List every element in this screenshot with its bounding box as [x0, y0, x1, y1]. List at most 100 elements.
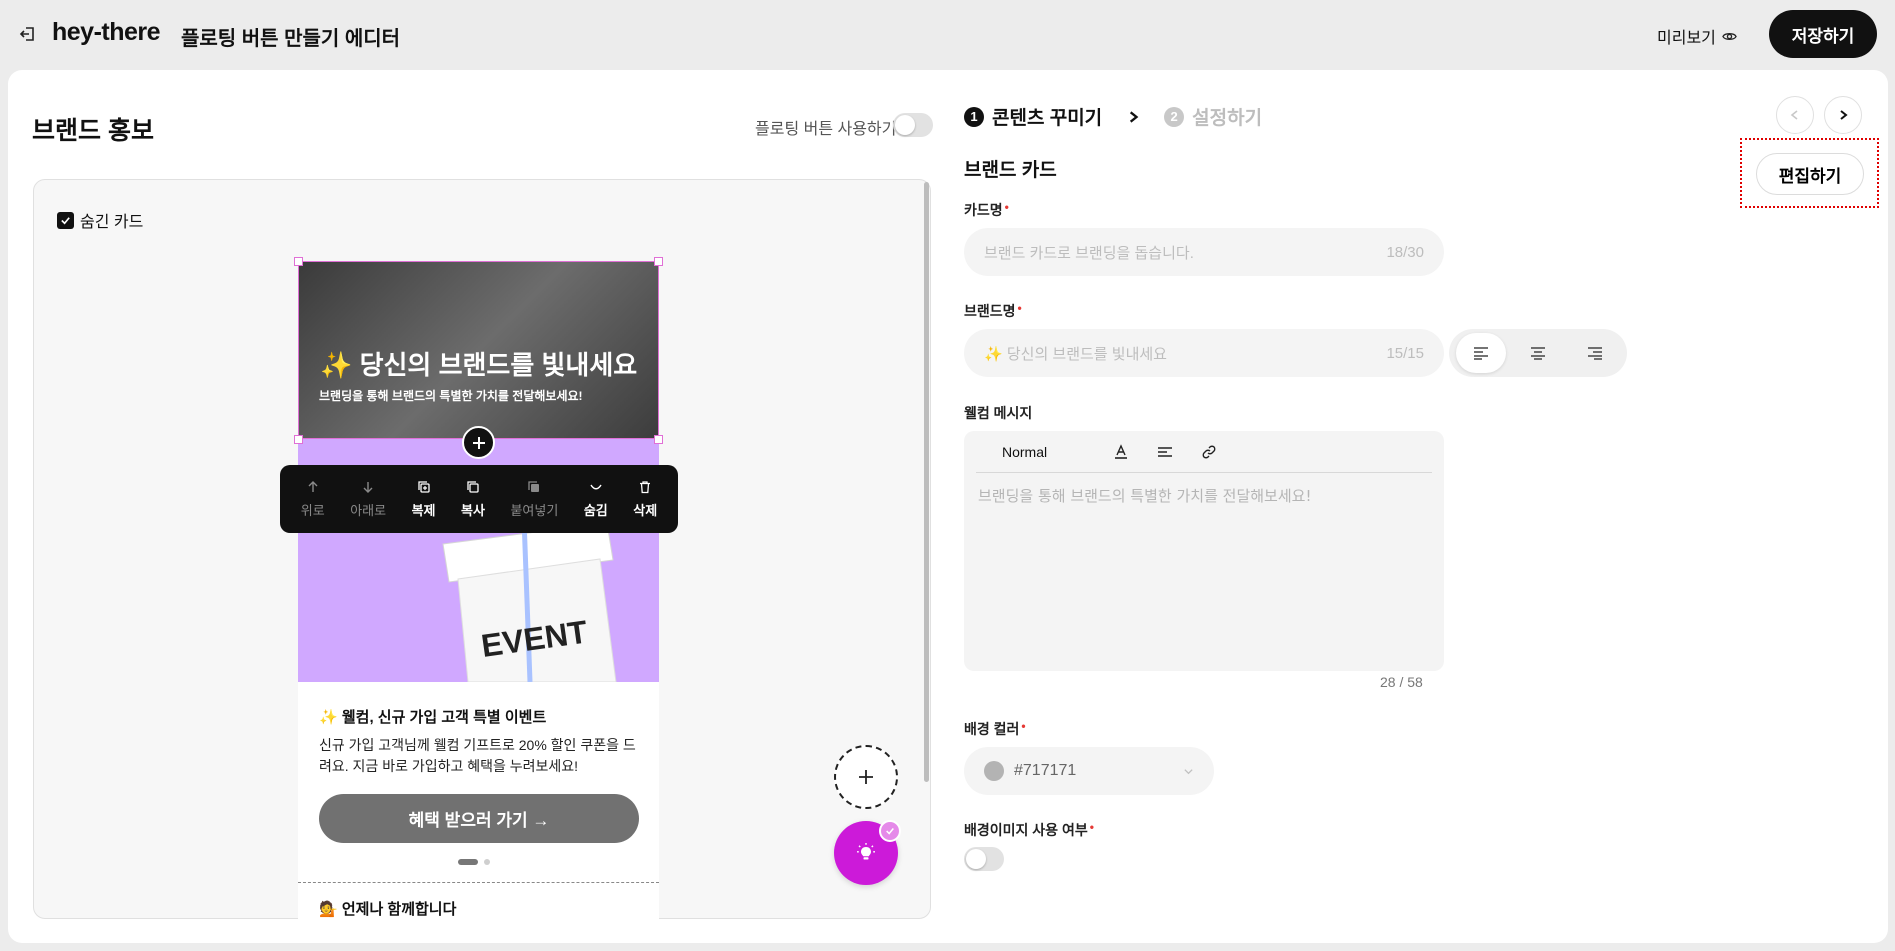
carousel-dot-active[interactable]: [458, 859, 478, 865]
welcome-placeholder: 브랜딩을 통해 브랜드의 특별한 가치를 전달해보세요!: [978, 487, 1312, 505]
trash-icon: [640, 480, 651, 493]
card-name-placeholder: 브랜드 카드로 브랜딩을 돕습니다.: [984, 244, 1194, 262]
welcome-counter: 28 / 58: [1380, 674, 1423, 690]
align-left-button[interactable]: [1456, 333, 1507, 373]
phone-preview: ✨ 당신의 브랜드를 빛내세요 브랜딩을 통해 브랜드의 특별한 가치를 전달해…: [298, 261, 659, 919]
arrow-up-icon: [308, 480, 318, 492]
preview-link[interactable]: 미리보기: [1657, 24, 1737, 48]
tool-label: 아래로: [350, 502, 387, 518]
resize-handle-top-right[interactable]: [654, 257, 663, 266]
align-left-icon: [1474, 347, 1489, 360]
card-name-input[interactable]: 브랜드 카드로 브랜딩을 돕습니다. 18/30: [964, 228, 1444, 276]
add-block-button[interactable]: [462, 426, 495, 459]
benefit-button[interactable]: 혜택 받으러 가기 →: [319, 794, 639, 843]
text-align-group: [1449, 329, 1627, 377]
tool-label: 숨김: [583, 502, 608, 518]
carousel-dots: [458, 859, 490, 865]
block-toolbar: 위로 아래로 복제 복사 붙여넣기 숨김 삭제: [280, 465, 678, 533]
next-card-button[interactable]: [1824, 96, 1862, 134]
chevron-left-icon: [1790, 110, 1798, 120]
bg-image-label: 배경이미지 사용 여부 •: [964, 820, 1094, 838]
canvas-scrollbar[interactable]: [924, 182, 929, 782]
carousel-dot[interactable]: [484, 859, 490, 865]
product-title: ✨ 웰컴, 신규 가입 고객 특별 이벤트: [319, 709, 547, 726]
prev-card-button[interactable]: [1776, 96, 1814, 134]
label-text: 배경 컬러: [964, 721, 1020, 737]
card-name-counter: 18/30: [1386, 243, 1424, 261]
link-icon[interactable]: [1201, 444, 1217, 460]
welcome-editor[interactable]: Normal 브랜딩을 통해 브랜드의 특별한 가치를 전달해보세요!: [964, 431, 1444, 671]
preview-label: 미리보기: [1657, 30, 1716, 47]
hidden-card-checkbox[interactable]: 숨긴 카드: [57, 208, 143, 232]
tool-label: 복제: [411, 502, 436, 518]
brand-name-input[interactable]: ✨ 당신의 브랜드를 빛내세요 15/15: [964, 329, 1444, 377]
section-title: 브랜드 홍보: [32, 117, 154, 145]
resize-handle-bottom-left[interactable]: [294, 435, 303, 444]
label-text: 배경이미지 사용 여부: [964, 822, 1088, 838]
bg-image-toggle[interactable]: [964, 847, 1004, 871]
block-divider: [298, 882, 659, 883]
step-indicator: 1 콘텐츠 꾸미기 2 설정하기: [964, 103, 1262, 130]
resize-handle-top-left[interactable]: [294, 257, 303, 266]
eye-icon: [1722, 32, 1737, 40]
move-up-button[interactable]: 위로: [301, 480, 325, 519]
welcome-label: 웰컴 메시지: [964, 405, 1033, 421]
chevron-down-icon: [1184, 768, 1193, 774]
move-down-button[interactable]: 아래로: [350, 480, 386, 519]
step-number: 2: [1164, 106, 1185, 127]
editor-divider: [976, 472, 1432, 473]
hide-button[interactable]: 숨김: [584, 480, 608, 519]
tool-label: 복사: [461, 502, 485, 518]
align-center-button[interactable]: [1513, 333, 1563, 373]
duplicate-button[interactable]: 복제: [412, 480, 436, 519]
edit-button[interactable]: 편집하기: [1756, 153, 1864, 195]
step-settings[interactable]: 2 설정하기: [1164, 103, 1262, 130]
plus-icon: [859, 770, 873, 784]
paste-button[interactable]: 붙여넣기: [510, 480, 558, 519]
hidden-card-label: 숨긴 카드: [80, 214, 144, 231]
top-bar: hey-there 플로팅 버튼 만들기 에디터 미리보기 저장하기: [0, 0, 1895, 68]
paste-icon: [528, 480, 540, 492]
logo: hey-there: [52, 18, 161, 46]
format-select[interactable]: Normal: [1002, 444, 1047, 460]
page-title: 플로팅 버튼 만들기 에디터: [181, 28, 401, 50]
product-description: 신규 가입 고객님께 웰컴 기프트로 20% 할인 쿠폰을 드려요. 지금 바로…: [319, 737, 636, 774]
floating-toggle-label: 플로팅 버튼 사용하기: [755, 121, 897, 138]
selected-badge: [879, 820, 901, 842]
banner-subtitle: 브랜딩을 통해 브랜드의 특별한 가치를 전달해보세요!: [319, 389, 583, 403]
align-right-button[interactable]: [1570, 333, 1620, 373]
tool-label: 위로: [300, 502, 325, 518]
save-button[interactable]: 저장하기: [1769, 10, 1877, 58]
brand-banner[interactable]: ✨ 당신의 브랜드를 빛내세요 브랜딩을 통해 브랜드의 특별한 가치를 전달해…: [298, 261, 659, 439]
align-icon[interactable]: [1157, 444, 1173, 460]
together-title: 💁 언제나 함께합니다: [319, 901, 457, 918]
check-icon: [886, 828, 894, 835]
toggle-knob: [966, 849, 986, 869]
delete-button[interactable]: 삭제: [633, 480, 657, 519]
arrow-down-icon: [363, 481, 373, 493]
bg-color-select[interactable]: #717171: [964, 747, 1214, 795]
label-text: 브랜드명: [964, 303, 1016, 319]
text-color-icon[interactable]: [1113, 443, 1129, 460]
step-label: 콘텐츠 꾸미기: [992, 108, 1103, 129]
exit-icon[interactable]: [18, 24, 38, 44]
duplicate-icon: [417, 480, 430, 493]
copy-button[interactable]: 복사: [461, 480, 485, 519]
step-number: 1: [964, 106, 984, 127]
banner-title: ✨ 당신의 브랜드를 빛내세요: [320, 350, 638, 380]
lightbulb-icon: [857, 843, 875, 860]
brand-name-placeholder: ✨ 당신의 브랜드를 빛내세요: [984, 345, 1167, 363]
edit-button-highlight: 편집하기: [1740, 138, 1879, 208]
bg-color-label: 배경 컬러 •: [964, 719, 1026, 737]
label-text: 카드명: [964, 202, 1003, 218]
add-floating-button[interactable]: [834, 745, 898, 809]
resize-handle-bottom-right[interactable]: [654, 435, 663, 444]
tool-label: 삭제: [633, 502, 658, 518]
floating-button-toggle[interactable]: [893, 113, 933, 137]
editor-toolbar: Normal: [964, 431, 1444, 472]
step-content[interactable]: 1 콘텐츠 꾸미기: [964, 103, 1102, 130]
align-right-icon: [1587, 347, 1602, 360]
bg-color-value: #717171: [1014, 762, 1077, 779]
copy-icon: [467, 480, 479, 493]
tool-label: 붙여넣기: [510, 502, 559, 518]
